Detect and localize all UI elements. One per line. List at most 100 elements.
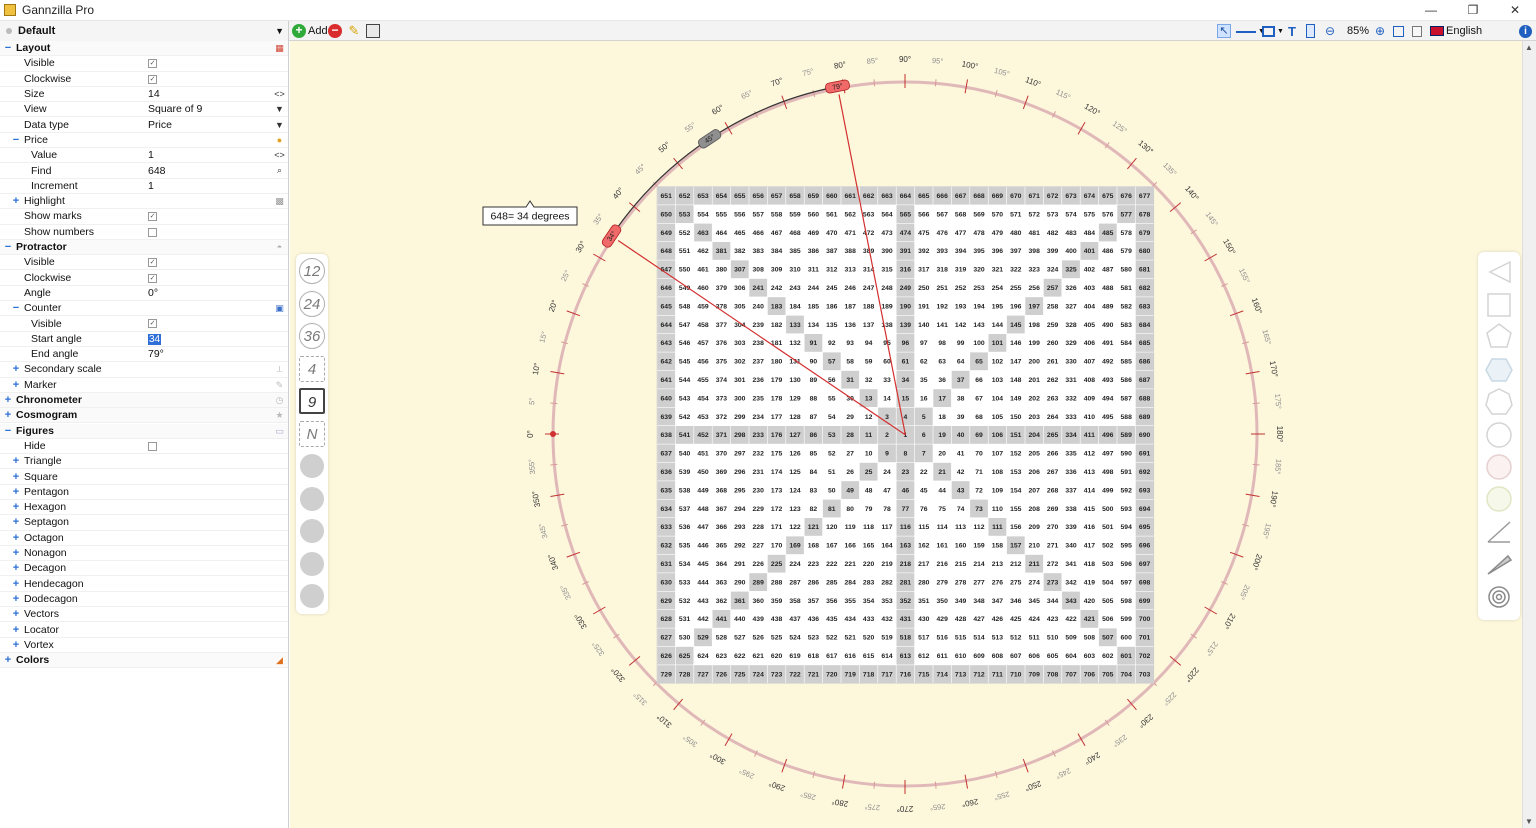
grid-cell[interactable]: 384: [771, 248, 783, 255]
grid-cell[interactable]: 533: [679, 579, 691, 586]
grid-cell[interactable]: 586: [1121, 377, 1133, 384]
grid-cell[interactable]: 135: [826, 322, 838, 329]
expand-icon[interactable]: +: [12, 471, 20, 483]
grid-cell[interactable]: 321: [992, 267, 1004, 274]
grid-cell[interactable]: 331: [1065, 377, 1077, 384]
grid-cell[interactable]: 70: [975, 451, 983, 458]
grid-cell[interactable]: 180: [771, 359, 783, 366]
grid-cell[interactable]: 360: [753, 598, 765, 605]
grid-cell[interactable]: 348: [973, 598, 985, 605]
grid-cell[interactable]: 303: [734, 340, 746, 347]
grid-cell[interactable]: 196: [1010, 303, 1022, 310]
grid-cell[interactable]: 166: [845, 543, 857, 550]
grid-cell[interactable]: 534: [679, 561, 691, 568]
grid-cell[interactable]: 379: [716, 285, 728, 292]
grid-cell[interactable]: 236: [753, 377, 765, 384]
grid-cell[interactable]: 726: [716, 671, 728, 678]
checkbox[interactable]: ✓: [148, 319, 157, 329]
grid-cell[interactable]: 108: [992, 469, 1004, 476]
cycle-36-button[interactable]: 36: [299, 323, 325, 349]
grid-cell[interactable]: 681: [1139, 267, 1151, 274]
stepper-icon[interactable]: <>: [274, 89, 285, 100]
grid-cell[interactable]: 603: [1084, 653, 1096, 660]
grid-cell[interactable]: 290: [734, 579, 746, 586]
grid-cell[interactable]: 382: [734, 248, 746, 255]
grid-cell[interactable]: 29: [846, 414, 854, 421]
property-row-hide[interactable]: Hide: [0, 439, 288, 455]
grid-cell[interactable]: 448: [697, 506, 709, 513]
grid-cell[interactable]: 406: [1084, 340, 1096, 347]
grid-cell[interactable]: 153: [1010, 469, 1022, 476]
grid-cell[interactable]: 284: [845, 579, 857, 586]
counter-start-badge[interactable]: 34°: [601, 223, 623, 248]
grid-cell[interactable]: 8: [904, 451, 908, 458]
grid-cell[interactable]: 67: [975, 395, 983, 402]
grid-cell[interactable]: 641: [661, 377, 673, 384]
grid-cell[interactable]: 407: [1084, 359, 1096, 366]
grid-cell[interactable]: 628: [661, 616, 673, 623]
grid-cell[interactable]: 176: [771, 432, 783, 439]
grid-cell[interactable]: 599: [1121, 616, 1133, 623]
grid-cell[interactable]: 327: [1065, 303, 1077, 310]
grid-cell[interactable]: 527: [734, 635, 746, 642]
property-row-chronometer[interactable]: + Chronometer ◷: [0, 392, 288, 409]
grid-cell[interactable]: 477: [955, 230, 967, 237]
grid-cell[interactable]: 223: [808, 561, 820, 568]
grid-cell[interactable]: 232: [753, 451, 765, 458]
grid-cell[interactable]: 242: [771, 285, 783, 292]
grid-cell[interactable]: 427: [973, 616, 985, 623]
grid-cell[interactable]: 499: [1102, 487, 1114, 494]
grid-cell[interactable]: 471: [845, 230, 857, 237]
grid-cell[interactable]: 453: [697, 414, 709, 421]
grid-cell[interactable]: 676: [1121, 193, 1133, 200]
grid-cell[interactable]: 122: [789, 524, 801, 531]
grid-cell[interactable]: 515: [955, 635, 967, 642]
grid-cell[interactable]: 722: [789, 671, 801, 678]
grid-cell[interactable]: 462: [697, 248, 709, 255]
grid-cell[interactable]: 43: [957, 487, 965, 494]
property-row-decagon[interactable]: + Decagon: [0, 561, 288, 577]
grid-cell[interactable]: 279: [937, 579, 949, 586]
grid-cell[interactable]: 411: [1084, 432, 1095, 439]
grid-cell[interactable]: 152: [1010, 451, 1022, 458]
grid-cell[interactable]: 688: [1139, 395, 1151, 402]
grid-cell[interactable]: 324: [1047, 267, 1059, 274]
property-row-visible[interactable]: Visible ✓: [0, 255, 288, 271]
grid-cell[interactable]: 557: [753, 211, 765, 218]
grid-cell[interactable]: 616: [845, 653, 857, 660]
grid-cell[interactable]: 113: [955, 524, 966, 531]
grid-cell[interactable]: 313: [845, 267, 857, 274]
grid-cell[interactable]: 520: [863, 635, 875, 642]
grid-cell[interactable]: 144: [992, 322, 1004, 329]
grid-cell[interactable]: 184: [789, 303, 801, 310]
grid-cell[interactable]: 393: [937, 248, 949, 255]
grid-cell[interactable]: 683: [1139, 303, 1151, 310]
grid-cell[interactable]: 175: [771, 451, 783, 458]
grid-cell[interactable]: 287: [789, 579, 801, 586]
grid-cell[interactable]: 158: [992, 543, 1004, 550]
grid-cell[interactable]: 598: [1121, 598, 1133, 605]
grid-cell[interactable]: 678: [1139, 211, 1151, 218]
grid-cell[interactable]: 505: [1102, 598, 1114, 605]
checkbox[interactable]: ✓: [148, 258, 157, 268]
grid-cell[interactable]: 517: [918, 635, 930, 642]
expand-icon[interactable]: +: [12, 578, 20, 590]
grid-cell[interactable]: 188: [863, 303, 875, 310]
grid-cell[interactable]: 636: [661, 469, 673, 476]
grid-cell[interactable]: 334: [1065, 432, 1077, 439]
grid-cell[interactable]: 104: [992, 395, 1004, 402]
property-row-protractor[interactable]: − Protractor ◓: [0, 239, 288, 256]
grid-cell[interactable]: 602: [1102, 653, 1114, 660]
grid-cell[interactable]: 100: [973, 340, 985, 347]
property-row-highlight[interactable]: + Highlight ▩: [0, 194, 288, 210]
grid-cell[interactable]: 219: [881, 561, 893, 568]
grid-cell[interactable]: 455: [697, 377, 709, 384]
grid-cell[interactable]: 484: [1084, 230, 1096, 237]
grid-cell[interactable]: 358: [789, 598, 801, 605]
grid-cell[interactable]: 697: [1139, 561, 1151, 568]
expand-icon[interactable]: +: [12, 363, 20, 375]
grid-cell[interactable]: 174: [771, 469, 783, 476]
grid-cell[interactable]: 227: [753, 543, 765, 550]
grid-cell[interactable]: 727: [697, 671, 709, 678]
grid-cell[interactable]: 240: [753, 303, 765, 310]
